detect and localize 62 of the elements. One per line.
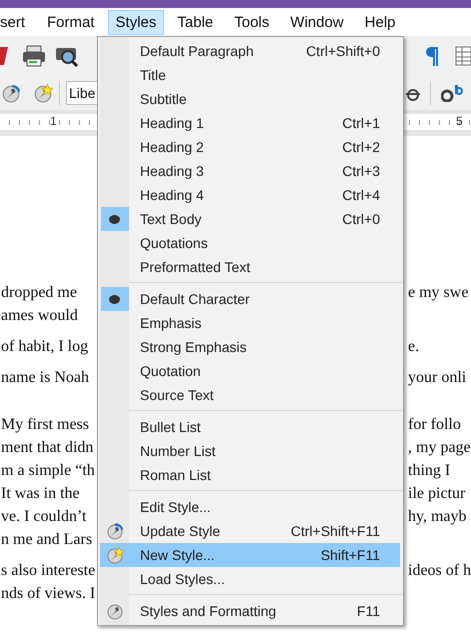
menu-item[interactable]: Subtitle bbox=[100, 87, 400, 111]
menu-item[interactable]: New Style... Shift+F11 bbox=[100, 543, 400, 567]
document-text: of habit, I log bbox=[1, 338, 88, 356]
menu-item[interactable]: Preformatted Text bbox=[100, 255, 400, 279]
document-text: , my page bbox=[408, 438, 471, 456]
document-text: ideos of h bbox=[408, 562, 471, 580]
menu-item[interactable]: Default Character bbox=[100, 287, 400, 311]
ruler-number: 1 bbox=[50, 114, 57, 128]
printer-icon[interactable] bbox=[22, 45, 46, 67]
menu-item[interactable]: Strong Emphasis bbox=[100, 335, 400, 359]
menu-item[interactable]: Window bbox=[282, 10, 352, 34]
new-style-icon[interactable] bbox=[33, 83, 53, 103]
pilcrow-icon[interactable] bbox=[425, 45, 439, 67]
menu-item[interactable]: Heading 2 Ctrl+2 bbox=[100, 135, 400, 159]
menu-item[interactable]: Tools bbox=[226, 10, 278, 34]
document-text: s also intereste bbox=[1, 562, 96, 580]
menu-item[interactable]: Quotations bbox=[100, 231, 400, 255]
pdf-icon[interactable] bbox=[0, 45, 10, 67]
menu-item[interactable]: Heading 3 Ctrl+3 bbox=[100, 159, 400, 183]
menu-item[interactable]: Heading 1 Ctrl+1 bbox=[100, 111, 400, 135]
menu-item[interactable]: Bullet List bbox=[100, 415, 400, 439]
superscript-icon[interactable] bbox=[441, 84, 463, 102]
document-text: ames would bbox=[1, 306, 78, 324]
menu-item[interactable]: Styles and Formatting F11 bbox=[100, 599, 400, 623]
table-icon[interactable] bbox=[455, 46, 471, 66]
menu-item[interactable]: Update Style Ctrl+Shift+F11 bbox=[100, 519, 400, 543]
menu-item[interactable]: Help bbox=[356, 10, 404, 34]
document-text: dropped me bbox=[1, 284, 77, 302]
new-style-icon bbox=[106, 546, 124, 564]
menu-item[interactable]: Format bbox=[39, 10, 103, 34]
menu-item[interactable]: Title bbox=[100, 63, 400, 87]
menu-item[interactable]: Emphasis bbox=[100, 311, 400, 335]
menu-item[interactable]: Number List bbox=[100, 439, 400, 463]
document-text: hy, mayb bbox=[408, 508, 467, 526]
menu-item[interactable]: Styles bbox=[108, 10, 164, 34]
document-text: ve. I couldn’t bbox=[1, 508, 86, 526]
document-text: My first mess bbox=[1, 416, 89, 434]
menu-item[interactable]: Quotation bbox=[100, 359, 400, 383]
document-text: ile pictur bbox=[408, 484, 466, 502]
document-text: n me and Lars bbox=[1, 530, 92, 548]
document-text: your onli bbox=[408, 368, 466, 386]
ruler-number: 5 bbox=[456, 114, 463, 128]
menu-item[interactable]: Roman List bbox=[100, 463, 400, 487]
document-text: e. bbox=[408, 338, 420, 356]
document-text: name is Noah bbox=[1, 368, 89, 386]
document-text: nds of views. I bbox=[1, 584, 96, 602]
menu-item[interactable]: Heading 4 Ctrl+4 bbox=[100, 183, 400, 207]
refresh-icon bbox=[106, 522, 124, 540]
document-text: ment that didn bbox=[1, 438, 94, 456]
menu-item[interactable]: Table bbox=[169, 10, 222, 34]
refresh-icon[interactable] bbox=[1, 83, 21, 103]
menu-item[interactable]: Source Text bbox=[100, 383, 400, 407]
menu-item[interactable]: Text Body Ctrl+0 bbox=[100, 207, 400, 231]
menu-item[interactable]: Edit Style... bbox=[100, 495, 400, 519]
document-text: e my swe bbox=[408, 284, 468, 302]
document-text: m a simple “th bbox=[1, 462, 95, 480]
menu-item[interactable]: Load Styles... bbox=[100, 567, 400, 591]
wrench-icon bbox=[106, 602, 124, 620]
document-text: for follo bbox=[408, 416, 461, 434]
document-text: thing I bbox=[408, 462, 450, 480]
menu-item[interactable]: sert bbox=[0, 10, 34, 34]
document-text: It was in the bbox=[1, 484, 80, 502]
